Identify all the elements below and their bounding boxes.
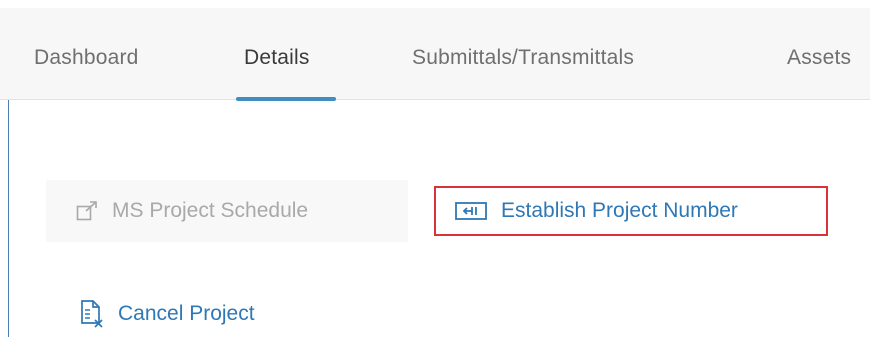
- tab-assets[interactable]: Assets: [787, 8, 851, 99]
- top-strip: [0, 0, 870, 8]
- establish-project-number-button[interactable]: Establish Project Number: [434, 186, 828, 236]
- tab-bar: Dashboard Details Submittals/Transmittal…: [0, 8, 870, 100]
- ms-project-schedule-button[interactable]: MS Project Schedule: [46, 180, 408, 242]
- cancel-project-button[interactable]: Cancel Project: [80, 292, 255, 336]
- external-link-icon: [76, 201, 98, 221]
- tab-submittals-transmittals[interactable]: Submittals/Transmittals: [412, 8, 634, 99]
- cancel-document-icon: [80, 299, 104, 329]
- app-window: Dashboard Details Submittals/Transmittal…: [0, 0, 870, 337]
- enter-keyboard-icon: [455, 202, 487, 220]
- cancel-project-label: Cancel Project: [118, 302, 255, 325]
- tab-dashboard[interactable]: Dashboard: [34, 8, 139, 99]
- ms-project-schedule-label: MS Project Schedule: [112, 199, 309, 222]
- establish-project-number-label: Establish Project Number: [501, 199, 738, 222]
- tab-details[interactable]: Details: [244, 8, 310, 99]
